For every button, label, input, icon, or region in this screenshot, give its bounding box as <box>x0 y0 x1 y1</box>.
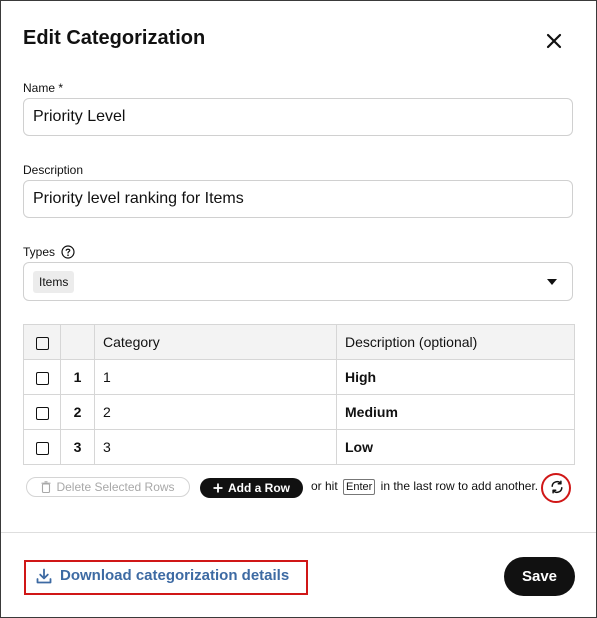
download-label: Download categorization details <box>60 567 290 584</box>
description-cell[interactable]: Low <box>336 429 575 465</box>
category-header: Category <box>94 324 337 360</box>
refresh-icon <box>551 480 563 494</box>
description-input[interactable] <box>23 180 573 218</box>
plus-icon <box>213 483 223 493</box>
delete-selected-rows-label: Delete Selected Rows <box>56 480 175 494</box>
row-checkbox-cell <box>23 429 61 465</box>
category-cell[interactable]: 3 <box>94 429 337 465</box>
edit-categorization-dialog: Edit Categorization Name * Description T… <box>0 0 597 618</box>
description-cell[interactable]: High <box>336 359 575 395</box>
types-select[interactable]: Items <box>23 262 573 301</box>
row-checkbox-cell <box>23 394 61 430</box>
row-checkbox[interactable] <box>35 371 49 385</box>
category-cell[interactable]: 2 <box>94 394 337 430</box>
table-row: 3 3 Low <box>23 429 575 465</box>
table-row: 2 2 Medium <box>23 394 575 430</box>
select-all-cell <box>23 324 61 360</box>
row-checkbox-cell <box>23 359 61 395</box>
row-number: 2 <box>60 394 95 430</box>
row-number: 1 <box>60 359 95 395</box>
download-icon <box>36 568 52 583</box>
row-number-header <box>60 324 95 360</box>
select-all-checkbox[interactable] <box>35 336 49 350</box>
add-row-hint: or hit Enter in the last row to add anot… <box>311 479 538 495</box>
description-header: Description (optional) <box>336 324 575 360</box>
add-row-label: Add a Row <box>228 481 290 495</box>
refresh-button[interactable] <box>541 471 573 503</box>
type-chip[interactable]: Items <box>33 271 75 293</box>
description-cell[interactable]: Medium <box>336 394 575 430</box>
download-categorization-link[interactable]: Download categorization details <box>36 567 289 584</box>
table-toolbar: Delete Selected Rows Add a Row or hit En… <box>26 477 574 499</box>
delete-selected-rows-button[interactable]: Delete Selected Rows <box>26 477 190 497</box>
hint-suffix: in the last row to add another. <box>380 479 539 493</box>
add-row-button[interactable]: Add a Row <box>200 478 303 498</box>
hint-prefix: or hit <box>311 479 338 493</box>
enter-key-badge: Enter <box>343 479 376 495</box>
dialog-title: Edit Categorization <box>23 27 206 49</box>
categories-table: Category Description (optional) 1 1 High <box>23 324 575 469</box>
name-input[interactable] <box>23 98 573 136</box>
category-cell[interactable]: 1 <box>94 359 337 395</box>
close-button[interactable] <box>541 28 567 54</box>
footer-divider <box>1 532 596 533</box>
close-icon <box>546 33 562 49</box>
table-row: 1 1 High <box>23 359 575 395</box>
description-label: Description <box>23 163 84 177</box>
row-checkbox[interactable] <box>35 441 49 455</box>
trash-icon <box>41 481 51 493</box>
help-circle-icon[interactable] <box>61 245 75 259</box>
save-button[interactable]: Save <box>504 557 575 596</box>
caret-down-icon[interactable] <box>547 279 557 285</box>
types-label: Types <box>23 245 56 259</box>
name-label: Name * <box>23 81 64 95</box>
row-checkbox[interactable] <box>35 406 49 420</box>
row-number: 3 <box>60 429 95 465</box>
table-header-row: Category Description (optional) <box>23 324 575 360</box>
